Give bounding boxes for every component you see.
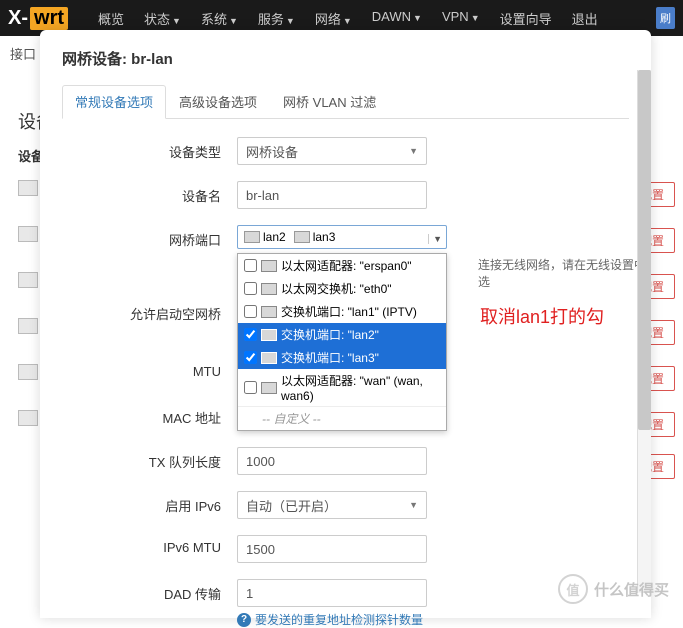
logo-x: X	[8, 7, 21, 30]
nav-dawn[interactable]: DAWN▼	[364, 3, 430, 34]
modal-tabs: 常规设备选项 高级设备选项 网桥 VLAN 过滤	[62, 85, 629, 119]
port-icon	[261, 306, 277, 318]
nav-vpn[interactable]: VPN▼	[434, 3, 488, 34]
dd-option-eth0[interactable]: 以太网交换机: "eth0"	[238, 277, 446, 300]
label-device-type: 设备类型	[62, 137, 237, 161]
bridge-ports-dropdown: 以太网适配器: "erspan0" 以太网交换机: "eth0" 交换机端口: …	[237, 253, 447, 431]
input-dad[interactable]	[237, 579, 427, 607]
port-icon	[261, 329, 277, 341]
nav-system[interactable]: 系统▼	[193, 3, 246, 34]
watermark: 值 什么值得买	[558, 574, 669, 604]
port-chip: lan2	[244, 230, 286, 244]
checkbox[interactable]	[244, 328, 257, 341]
label-ipv6: 启用 IPv6	[62, 491, 237, 515]
modal-title: 网桥设备: br-lan	[62, 48, 629, 69]
input-tx-queue[interactable]	[237, 447, 427, 475]
adapter-icon	[261, 382, 277, 394]
checkbox[interactable]	[244, 282, 257, 295]
bridge-device-modal: 网桥设备: br-lan 常规设备选项 高级设备选项 网桥 VLAN 过滤 设备…	[40, 30, 651, 618]
multiselect-bridge-ports[interactable]: lan2 lan3 ▼	[237, 225, 447, 249]
dd-option-lan2[interactable]: 交换机端口: "lan2"	[238, 323, 446, 346]
nav-wizard[interactable]: 设置向导	[492, 3, 560, 34]
auto-refresh-button[interactable]: 刷	[656, 7, 675, 29]
scrollbar[interactable]	[637, 70, 651, 593]
nav-logout[interactable]: 退出	[564, 3, 606, 34]
select-value: 网桥设备	[246, 142, 298, 161]
logo: X - wrt	[8, 7, 70, 30]
dd-option-wan[interactable]: 以太网适配器: "wan" (wan, wan6)	[238, 369, 446, 406]
logo-dash: -	[21, 7, 28, 30]
checkbox[interactable]	[244, 351, 257, 364]
switch-icon	[261, 283, 277, 295]
input-device-name[interactable]	[237, 181, 427, 209]
select-ipv6[interactable]: 自动（已开启） ▼	[237, 491, 427, 519]
watermark-text: 什么值得买	[594, 579, 669, 600]
tab-vlan[interactable]: 网桥 VLAN 过滤	[270, 85, 389, 118]
input-ipv6-mtu[interactable]	[237, 535, 427, 563]
checkbox[interactable]	[244, 259, 257, 272]
nav-status[interactable]: 状态▼	[136, 3, 189, 34]
label-bridge-ports: 网桥端口	[62, 225, 237, 249]
tab-advanced[interactable]: 高级设备选项	[166, 85, 270, 118]
checkbox[interactable]	[244, 381, 257, 394]
label-mtu: MTU	[62, 359, 237, 379]
info-icon: ?	[237, 613, 251, 627]
device-icon	[18, 226, 38, 242]
nav-network[interactable]: 网络▼	[307, 3, 360, 34]
device-icon	[18, 272, 38, 288]
label-empty-bridge: 允许启动空网桥	[62, 299, 237, 323]
select-device-type[interactable]: 网桥设备 ▼	[237, 137, 427, 165]
adapter-icon	[261, 260, 277, 272]
dd-custom-option[interactable]: -- 自定义 --	[238, 406, 446, 430]
device-icon	[18, 364, 38, 380]
tab-general[interactable]: 常规设备选项	[62, 85, 166, 119]
chevron-down-icon: ▼	[409, 500, 418, 510]
scroll-thumb[interactable]	[638, 70, 651, 430]
nav-menu: 概览 状态▼ 系统▼ 服务▼ 网络▼ DAWN▼ VPN▼ 设置向导 退出	[90, 3, 606, 34]
logo-badge: wrt	[30, 7, 68, 30]
dd-option-erspan0[interactable]: 以太网适配器: "erspan0"	[238, 254, 446, 277]
device-icon	[18, 318, 38, 334]
chevron-down-icon: ▼	[428, 234, 442, 244]
label-tx-queue: TX 队列长度	[62, 447, 237, 471]
label-device-name: 设备名	[62, 181, 237, 205]
label-mac: MAC 地址	[62, 403, 237, 427]
checkbox[interactable]	[244, 305, 257, 318]
port-chip: lan3	[294, 230, 336, 244]
device-icon	[18, 410, 38, 426]
label-ipv6-mtu: IPv6 MTU	[62, 535, 237, 555]
hint-text: 要发送的重复地址检测探针数量	[255, 611, 423, 628]
dad-hint: ? 要发送的重复地址检测探针数量	[237, 611, 629, 628]
chevron-down-icon: ▼	[409, 146, 418, 156]
bridge-ports-hint: 连接无线网络，请在无线设置中选	[478, 256, 651, 290]
select-value: 自动（已开启）	[246, 496, 337, 515]
dd-option-lan1[interactable]: 交换机端口: "lan1" (IPTV)	[238, 300, 446, 323]
dd-option-lan3[interactable]: 交换机端口: "lan3"	[238, 346, 446, 369]
port-icon	[244, 231, 260, 243]
port-icon	[294, 231, 310, 243]
nav-services[interactable]: 服务▼	[250, 3, 303, 34]
watermark-icon: 值	[558, 574, 588, 604]
nav-overview[interactable]: 概览	[90, 3, 132, 34]
label-dad: DAD 传输	[62, 579, 237, 603]
annotation-text: 取消lan1打的勾	[480, 303, 604, 329]
port-icon	[261, 352, 277, 364]
device-icon	[18, 180, 38, 196]
sidebar-tab[interactable]: 接口	[10, 44, 36, 63]
